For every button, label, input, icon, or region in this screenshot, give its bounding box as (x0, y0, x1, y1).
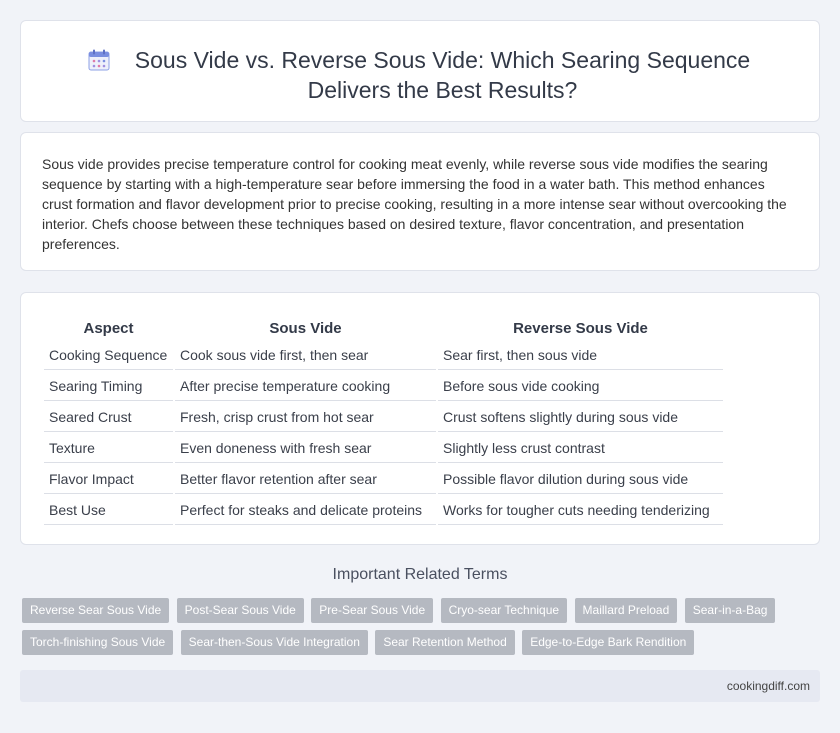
table-row: Best Use Perfect for steaks and delicate… (44, 496, 723, 525)
related-term-tag[interactable]: Edge-to-Edge Bark Rendition (522, 630, 695, 655)
table-cell: Fresh, crisp crust from hot sear (175, 403, 436, 432)
column-header-aspect: Aspect (83, 320, 134, 337)
table-cell: Cook sous vide first, then sear (175, 341, 436, 370)
table-cell: After precise temperature cooking (175, 372, 436, 401)
summary-card: Sous vide provides precise temperature c… (20, 132, 820, 271)
related-term-tag[interactable]: Sear Retention Method (375, 630, 515, 655)
footer-site-link[interactable]: cookingdiff.com (727, 679, 810, 693)
related-term-tag[interactable]: Cryo-sear Technique (440, 598, 568, 623)
related-terms-heading: Important Related Terms (332, 566, 508, 583)
table-header-row: Aspect Sous Vide Reverse Sous Vide (44, 314, 723, 339)
related-term-tag[interactable]: Reverse Sear Sous Vide (22, 598, 170, 623)
table-cell: Seared Crust (44, 403, 173, 432)
table-cell: Texture (44, 434, 173, 463)
related-term-tag[interactable]: Pre-Sear Sous Vide (311, 598, 434, 623)
table-cell: Searing Timing (44, 372, 173, 401)
table-row: Texture Even doneness with fresh sear Sl… (44, 434, 723, 463)
column-header-sous-vide: Sous Vide (269, 320, 342, 337)
related-term-tag[interactable]: Post-Sear Sous Vide (176, 598, 304, 623)
summary-text: Sous vide provides precise temperature c… (42, 156, 787, 252)
table-cell: Best Use (44, 496, 173, 525)
table-cell: Perfect for steaks and delicate proteins (175, 496, 436, 525)
column-header-reverse-sous-vide: Reverse Sous Vide (513, 320, 648, 337)
comparison-table: Aspect Sous Vide Reverse Sous Vide Cooki… (42, 312, 725, 527)
footer: cookingdiff.com (20, 670, 820, 702)
table-cell: Slightly less crust contrast (438, 434, 723, 463)
table-cell: Before sous vide cooking (438, 372, 723, 401)
page-title: Sous Vide vs. Reverse Sous Vide: Which S… (134, 47, 751, 103)
table-cell: Flavor Impact (44, 465, 173, 494)
title-wrap: Sous Vide vs. Reverse Sous Vide: Which S… (21, 45, 819, 105)
related-term-tag[interactable]: Maillard Preload (574, 598, 678, 623)
calendar-icon (88, 49, 110, 71)
table-row: Searing Timing After precise temperature… (44, 372, 723, 401)
title-card: Sous Vide vs. Reverse Sous Vide: Which S… (20, 20, 820, 122)
table-cell: Possible flavor dilution during sous vid… (438, 465, 723, 494)
table-cell: Sear first, then sous vide (438, 341, 723, 370)
table-row: Flavor Impact Better flavor retention af… (44, 465, 723, 494)
comparison-card: Aspect Sous Vide Reverse Sous Vide Cooki… (20, 292, 820, 545)
related-terms-list: Reverse Sear Sous Vide Post-Sear Sous Vi… (22, 598, 802, 662)
related-term-tag[interactable]: Torch-finishing Sous Vide (22, 630, 174, 655)
table-cell: Works for tougher cuts needing tenderizi… (438, 496, 723, 525)
table-row: Seared Crust Fresh, crisp crust from hot… (44, 403, 723, 432)
table-row: Cooking Sequence Cook sous vide first, t… (44, 341, 723, 370)
related-term-tag[interactable]: Sear-in-a-Bag (684, 598, 776, 623)
related-term-tag[interactable]: Sear-then-Sous Vide Integration (180, 630, 368, 655)
table-cell: Better flavor retention after sear (175, 465, 436, 494)
table-cell: Cooking Sequence (44, 341, 173, 370)
table-cell: Crust softens slightly during sous vide (438, 403, 723, 432)
table-cell: Even doneness with fresh sear (175, 434, 436, 463)
